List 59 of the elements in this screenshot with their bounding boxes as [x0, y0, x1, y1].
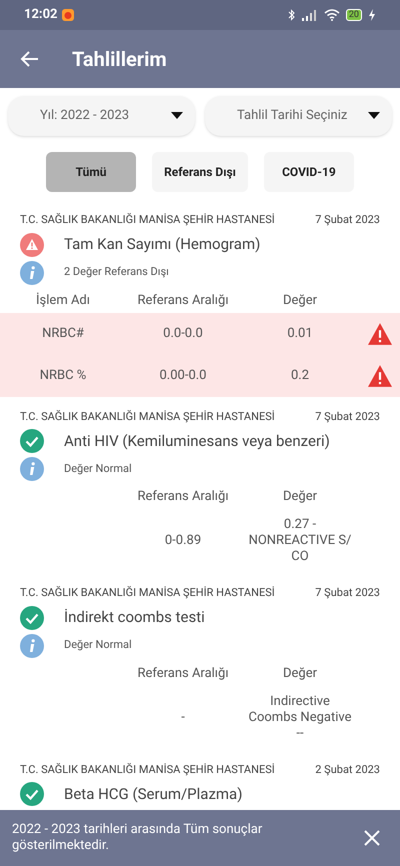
test-title: Tam Kan Sayımı (Hemogram) — [64, 234, 260, 256]
battery-icon: 20 — [346, 9, 362, 21]
info-icon — [20, 260, 44, 284]
dropdown-field[interactable]: Tahlil Tarihi Seçiniz — [205, 96, 392, 136]
table-cell: NRBC# — [42, 326, 84, 341]
result-date: 2 Şubat 2023 — [315, 762, 380, 778]
column-header: Referans Aralığı — [137, 489, 229, 504]
column-header: Değer — [282, 292, 318, 308]
check-icon — [20, 606, 44, 630]
wifi-icon — [324, 9, 340, 21]
column-header: Referans Aralığı — [137, 666, 229, 681]
result-date: 7 Şubat 2023 — [315, 212, 380, 228]
column-header: Değer — [282, 489, 318, 504]
back-arrow-icon[interactable] — [20, 49, 40, 69]
table-cell: 0.27 - NONREACTIVE S/ CO — [248, 517, 352, 564]
charging-icon — [368, 9, 376, 21]
table-cell: NRBC % — [40, 368, 86, 383]
filter-tab[interactable]: Referans Dışı — [152, 152, 248, 192]
test-title: Anti HIV (Kemiluminesans veya benzeri) — [64, 430, 330, 452]
column-header: İşlem Adı — [36, 292, 90, 308]
close-icon[interactable] — [364, 830, 380, 846]
column-header: Referans Aralığı — [137, 292, 229, 308]
warning-icon — [366, 364, 394, 388]
hospital-name: T.C. SAĞLIK BAKANLIĞI MANİSA ŞEHİR HASTANESİ — [20, 762, 275, 778]
check-icon — [20, 429, 44, 453]
status-time: 12:02 — [24, 6, 58, 24]
snackbar-message: 2022 - 2023 tarihleri arasında Tüm sonuçlar gösterilmektedir. — [12, 822, 264, 854]
check-icon — [20, 782, 44, 806]
filter-tab[interactable]: Tümü — [46, 152, 136, 192]
test-title: Beta HCG (Serum/Plazma) — [64, 784, 242, 805]
warning-icon — [20, 232, 44, 256]
warning-icon — [366, 322, 394, 346]
result-summary: Değer Normal — [64, 637, 132, 654]
info-icon — [20, 457, 44, 481]
hospital-name: T.C. SAĞLIK BAKANLIĞI MANİSA ŞEHİR HASTANESİ — [20, 408, 275, 424]
table-cell: 0.0-0.0 — [163, 326, 203, 341]
filter-tab[interactable]: COVID-19 — [264, 152, 354, 192]
table-cell: 0.01 — [287, 326, 313, 341]
bluetooth-icon — [288, 9, 296, 21]
hospital-name: T.C. SAĞLIK BAKANLIĞI MANİSA ŞEHİR HASTANESİ — [20, 212, 275, 228]
table-cell: 0.2 — [290, 368, 310, 383]
caret-icon — [368, 112, 380, 120]
table-cell: Indirective Coombs Negative -- — [248, 694, 352, 740]
table-cell: 0-0.89 — [164, 533, 202, 548]
hospital-name: T.C. SAĞLIK BAKANLIĞI MANİSA ŞEHİR HASTANESİ — [20, 585, 275, 601]
page-title: Tahlillerim — [72, 46, 167, 73]
column-header: Değer — [282, 666, 318, 681]
signal-icon — [302, 9, 318, 21]
caret-icon — [171, 112, 183, 120]
result-summary: Değer Normal — [64, 460, 132, 477]
result-date: 7 Şubat 2023 — [315, 408, 380, 424]
dropdown-field[interactable]: Yıl: 2022 - 2023 — [8, 96, 195, 136]
result-summary: 2 Değer Referans Dışı — [64, 264, 169, 280]
app-notification-icon — [62, 9, 74, 21]
table-cell: - — [181, 710, 185, 724]
table-cell: 0.00-0.0 — [160, 368, 206, 383]
result-date: 7 Şubat 2023 — [315, 585, 380, 601]
test-title: İndirekt coombs testi — [64, 607, 205, 628]
info-icon — [20, 634, 44, 658]
